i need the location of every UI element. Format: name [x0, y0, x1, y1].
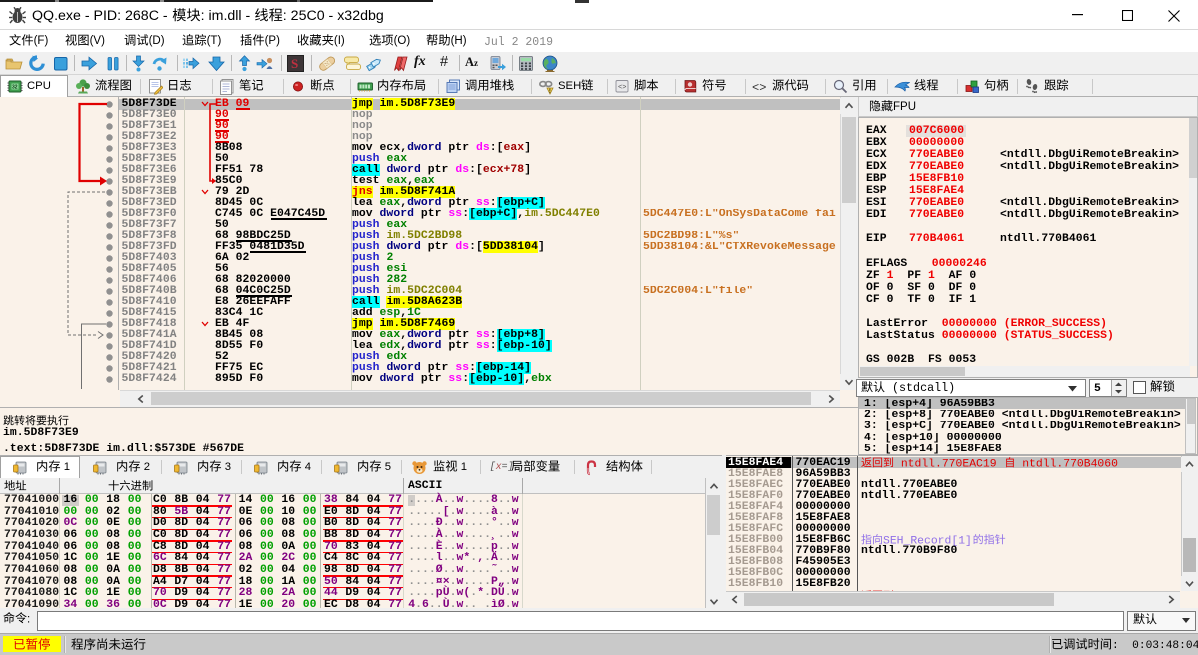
svg-text:(stdcall): (stdcall)	[885, 380, 955, 394]
svg-text:1: 1	[458, 461, 467, 473]
svg-text:(F): (F)	[34, 35, 49, 47]
svg-text:3: 3	[221, 461, 230, 473]
svg-text:(P): (P)	[265, 35, 281, 47]
svg-text:FPU: FPU	[893, 100, 916, 112]
svg-text:<>: <>	[752, 81, 766, 95]
svg-text:4: 4	[301, 461, 310, 473]
svg-text:: 25C0 - x32dbg: : 25C0 - x32dbg	[283, 8, 384, 24]
svg-text:QQ.exe - PID: 268C -: QQ.exe - PID: 268C -	[32, 8, 172, 24]
svg-text:32: 32	[12, 85, 18, 91]
svg-text:: 0:03:48:04: : 0:03:48:04	[1112, 639, 1198, 651]
svg-text:2: 2	[141, 461, 150, 473]
svg-text:: im.dll -: : im.dll -	[201, 8, 255, 24]
svg-text:(H): (H)	[451, 35, 467, 47]
svg-text:SEH: SEH	[558, 80, 581, 92]
svg-text:(T): (T)	[207, 35, 222, 47]
svg-text:1: 1	[61, 461, 70, 473]
svg-text:ntdll.770EAC19: ntdll.770EAC19	[894, 458, 1003, 470]
svg-text::: :	[27, 613, 30, 625]
svg-text:(I): (I)	[334, 35, 345, 47]
svg-text:(O): (O)	[394, 35, 411, 47]
svg-text:5: 5	[382, 461, 391, 473]
svg-text:(D): (D)	[149, 35, 165, 47]
svg-text:<>: <>	[618, 84, 626, 92]
svg-text:(V): (V)	[90, 35, 106, 47]
svg-text:ntdll.770B4060: ntdll.770B4060	[1015, 458, 1118, 470]
svg-text:CPU: CPU	[27, 80, 51, 92]
svg-text:!: !	[549, 89, 551, 95]
